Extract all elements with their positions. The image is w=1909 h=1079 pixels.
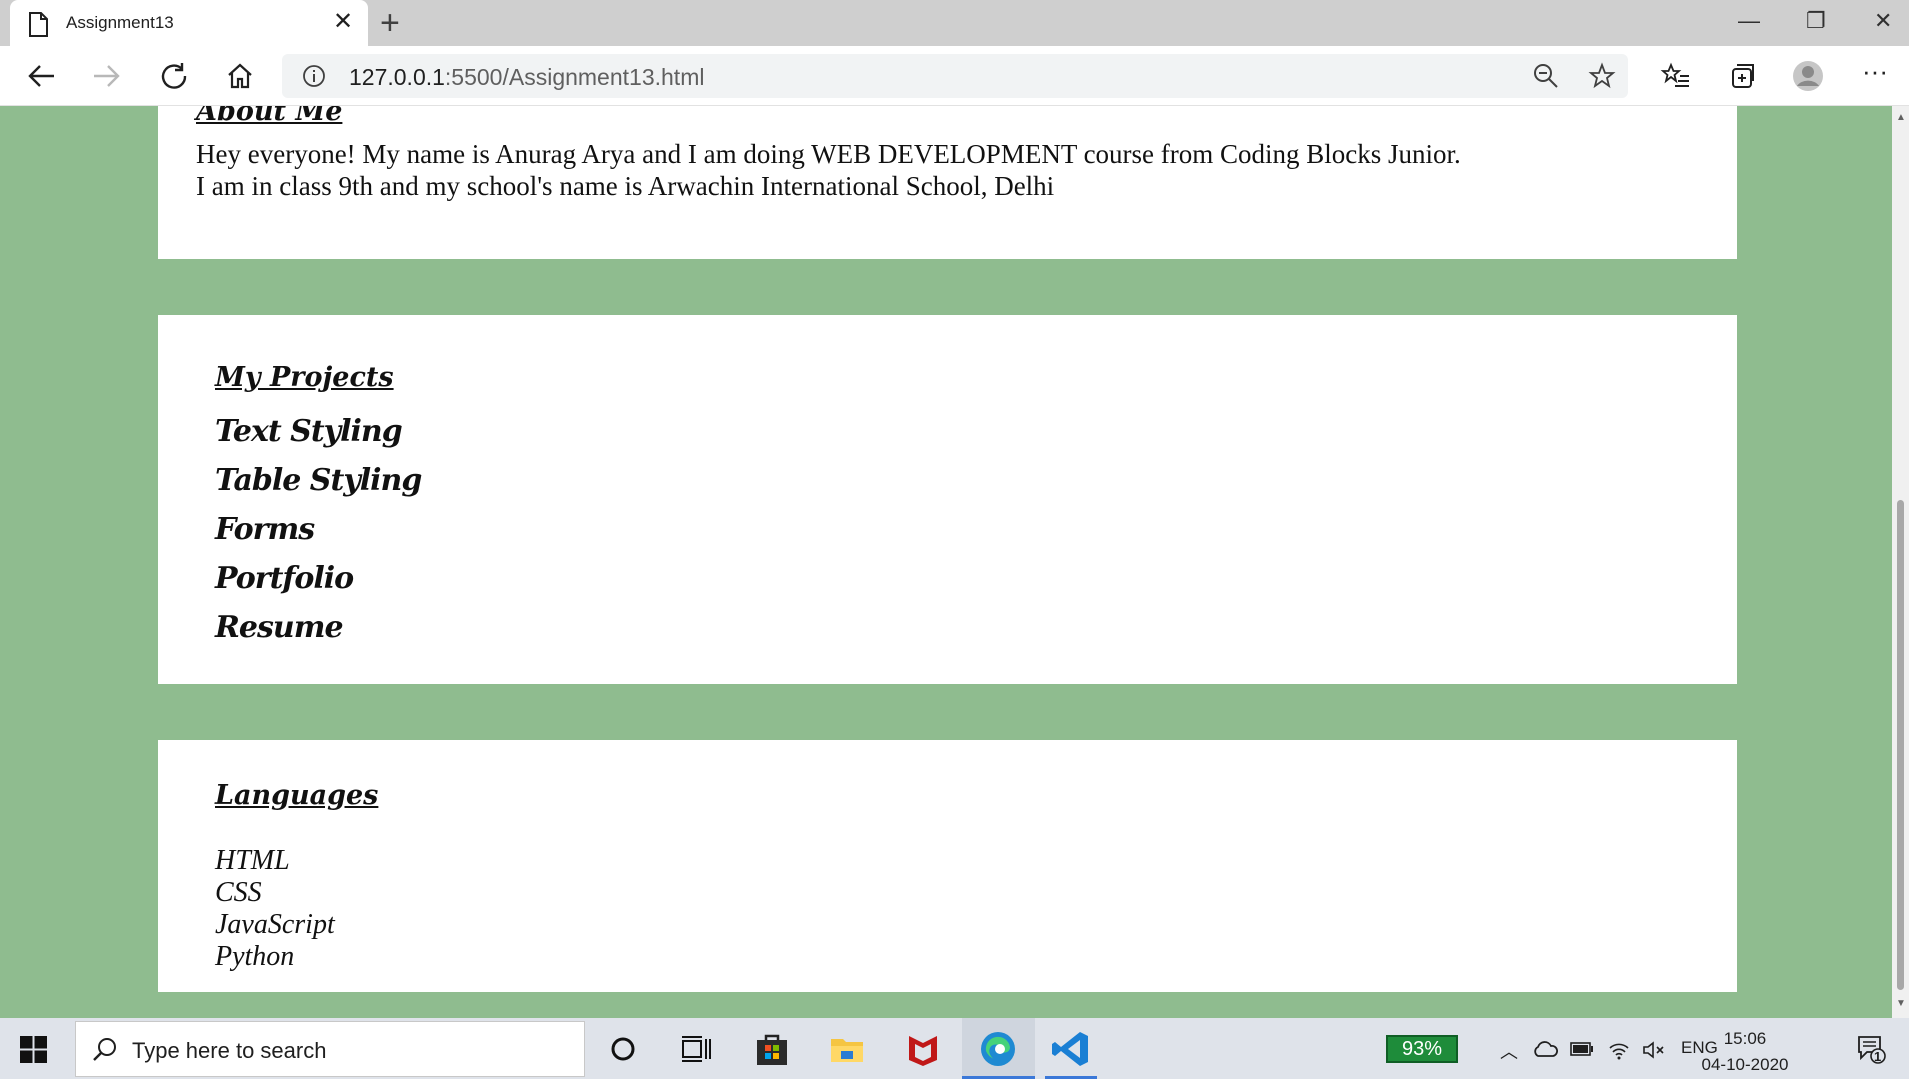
projects-section: My Projects Text Styling Table Styling F…	[158, 315, 1737, 684]
project-item: Forms	[215, 512, 315, 547]
languages-section: Languages HTML CSS JavaScript Python	[158, 740, 1737, 992]
speaker-muted-icon[interactable]	[1642, 1040, 1666, 1060]
home-icon[interactable]	[224, 60, 256, 92]
title-bar: Assignment13 ✕ + — ❐ ✕	[0, 0, 1909, 46]
task-view-icon[interactable]	[677, 1030, 715, 1068]
more-options-icon[interactable]: ···	[1862, 56, 1888, 87]
restore-icon[interactable]: ❐	[1806, 8, 1826, 34]
vscode-icon	[1052, 1032, 1088, 1066]
scrollbar-thumb[interactable]	[1897, 500, 1904, 990]
new-tab-button[interactable]: +	[380, 4, 400, 43]
notification-count: 1	[1874, 1049, 1882, 1064]
language-item: HTML	[215, 845, 290, 876]
about-section: About Me Hey everyone! My name is Anurag…	[158, 106, 1737, 259]
language-item: Python	[215, 941, 295, 972]
profile-avatar-icon[interactable]	[1792, 60, 1824, 92]
scroll-down-icon[interactable]: ▼	[1896, 998, 1906, 1009]
cortana-icon[interactable]	[604, 1030, 642, 1068]
projects-heading: My Projects	[215, 362, 394, 393]
mcafee-icon[interactable]	[904, 1030, 942, 1068]
back-icon[interactable]	[26, 60, 58, 92]
about-text-line-2: I am in class 9th and my school's name i…	[196, 171, 1055, 201]
file-explorer-icon[interactable]	[828, 1030, 866, 1068]
project-item: Table Styling	[215, 463, 422, 498]
edge-taskbar-active[interactable]	[962, 1018, 1035, 1079]
microsoft-store-icon[interactable]	[753, 1030, 791, 1068]
search-placeholder: Type here to search	[132, 1038, 327, 1063]
info-icon[interactable]	[302, 64, 326, 88]
refresh-icon[interactable]	[158, 60, 190, 92]
scroll-up-icon[interactable]: ▲	[1896, 112, 1906, 123]
page-viewport: About Me Hey everyone! My name is Anurag…	[0, 106, 1892, 1018]
address-bar[interactable]: 127.0.0.1:5500/Assignment13.html	[282, 54, 1628, 98]
close-tab-icon[interactable]: ✕	[333, 10, 353, 34]
onedrive-icon[interactable]	[1532, 1040, 1558, 1058]
language-item: JavaScript	[215, 909, 335, 940]
battery-indicator[interactable]: 93%	[1386, 1035, 1458, 1063]
project-item: Resume	[215, 610, 344, 645]
language-item: CSS	[215, 877, 262, 908]
vscode-taskbar-item[interactable]	[1037, 1018, 1105, 1079]
tab-title: Assignment13	[66, 13, 174, 32]
browser-toolbar: 127.0.0.1:5500/Assignment13.html ···	[0, 46, 1909, 106]
wifi-icon[interactable]	[1608, 1040, 1630, 1060]
clock-time: 15:06	[1723, 1029, 1767, 1048]
browser-tab[interactable]: Assignment13 ✕	[10, 0, 368, 46]
close-window-icon[interactable]: ✕	[1874, 8, 1892, 34]
battery-icon[interactable]	[1570, 1042, 1594, 1056]
forward-icon[interactable]	[90, 60, 122, 92]
windows-taskbar: Type here to search 93% ︿ ENG 15:06 04-1…	[0, 1018, 1909, 1079]
document-icon	[29, 12, 48, 37]
about-heading: About Me	[196, 106, 343, 127]
clock[interactable]: 15:06 04-10-2020	[1700, 1026, 1790, 1078]
zoom-out-icon[interactable]	[1532, 62, 1560, 90]
project-item: Text Styling	[215, 414, 403, 449]
project-item: Portfolio	[215, 561, 354, 596]
about-text-line-1: Hey everyone! My name is Anurag Arya and…	[196, 139, 1461, 169]
favorites-icon[interactable]	[1660, 60, 1692, 92]
clock-date: 04-10-2020	[1701, 1055, 1789, 1074]
add-favorite-icon[interactable]	[1588, 62, 1616, 90]
languages-heading: Languages	[215, 780, 379, 811]
windows-start-icon[interactable]	[20, 1036, 47, 1063]
search-icon	[93, 1038, 116, 1061]
action-center-icon[interactable]	[1856, 1034, 1886, 1064]
show-hidden-icons-icon[interactable]: ︿	[1500, 1038, 1518, 1064]
minimize-icon[interactable]: —	[1738, 8, 1760, 34]
languages-list: HTML CSS JavaScript Python	[215, 845, 335, 973]
vertical-scrollbar[interactable]: ▲ ▼	[1892, 106, 1909, 1018]
taskbar-search-box[interactable]: Type here to search	[75, 1021, 585, 1077]
collections-icon[interactable]	[1726, 60, 1758, 92]
url-text: 127.0.0.1:5500/Assignment13.html	[349, 64, 705, 90]
projects-list: Text Styling Table Styling Forms Portfol…	[215, 407, 422, 652]
edge-icon	[981, 1032, 1015, 1066]
